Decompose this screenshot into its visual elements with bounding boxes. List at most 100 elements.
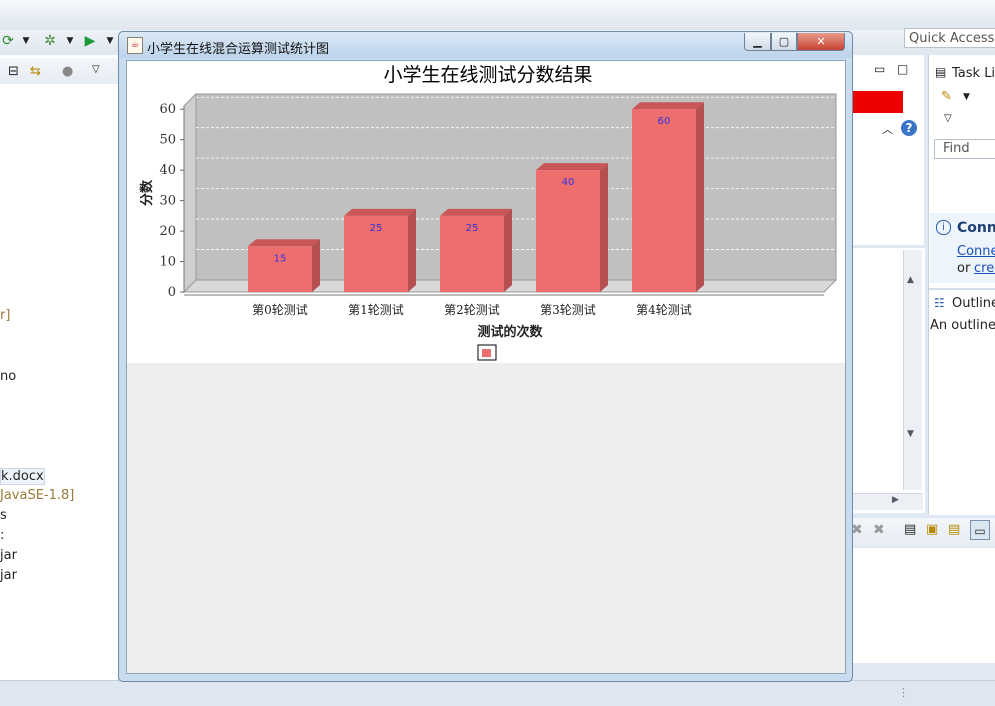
scroll-lock-icon[interactable]: ▣ [926, 522, 938, 537]
editor-area [848, 55, 924, 245]
bar-side-face [312, 239, 320, 292]
connect-link[interactable]: Conne [957, 244, 995, 259]
ide-top-bar [0, 0, 995, 31]
chevron-up-icon[interactable]: ︿ [882, 121, 893, 137]
chart-title: 小学生在线测试分数结果 [383, 64, 592, 86]
bar-side-face [696, 102, 704, 292]
outline-icon: ☷ [934, 296, 945, 310]
outline-tab[interactable]: Outline [952, 296, 995, 311]
y-tick-label: 10 [159, 255, 176, 270]
data-label: 15 [274, 253, 287, 264]
bar [632, 109, 696, 292]
data-label: 25 [466, 223, 479, 234]
y-tick-label: 0 [168, 285, 176, 300]
divider [929, 288, 995, 290]
window-title: 小学生在线混合运算测试统计图 [147, 42, 330, 57]
help-icon[interactable]: ? [901, 120, 917, 136]
y-tick-label: 40 [159, 163, 176, 178]
plot-side-wall [183, 92, 197, 294]
data-label: 40 [562, 177, 575, 188]
x-tick-label: 第1轮测试 [348, 302, 404, 317]
tree-item[interactable]: jar [0, 548, 17, 563]
bar-top-face [248, 239, 320, 247]
debug-icon[interactable]: ✲ [42, 33, 58, 49]
bar-top-face [632, 102, 704, 110]
x-tick-label: 第0轮测试 [252, 302, 308, 317]
tree-item[interactable]: no [0, 369, 16, 384]
progress-bar-red [850, 91, 903, 113]
collapse-all-icon[interactable]: ⊟ [8, 64, 19, 79]
dropdown-arrow-icon[interactable]: ▼ [963, 92, 970, 102]
tree-item[interactable]: r] [0, 308, 10, 323]
task-list-icon: ▤ [935, 65, 947, 79]
clear-console-icon[interactable]: ▤ [904, 522, 916, 537]
data-label: 25 [370, 223, 383, 234]
tree-item-selected[interactable]: k.docx [0, 468, 45, 485]
quick-access-input[interactable]: Quick Access [904, 28, 995, 48]
bar-side-face [408, 208, 416, 292]
info-icon: i [936, 220, 951, 235]
bar-chart: 0 10 20 30 40 50 60 15 第0轮测试 25 第1轮测试 25 第2轮测试 40 第3轮测… [139, 64, 838, 361]
maximize-button[interactable]: ▢ [771, 33, 797, 51]
dropdown-arrow-icon[interactable]: ▼ [102, 33, 118, 49]
connect-heading: Conne [957, 220, 995, 236]
view-menu-icon[interactable]: ▽ [92, 64, 100, 75]
task-list-panel [928, 55, 995, 515]
x-tick-label: 第4轮测试 [636, 302, 692, 317]
scroll-down-icon[interactable]: ▼ [907, 429, 914, 439]
y-tick-label: 20 [159, 224, 176, 239]
data-label: 60 [658, 116, 671, 127]
x-tick-label: 第2轮测试 [444, 302, 500, 317]
remove-all-icon[interactable]: ✖ [873, 522, 885, 538]
tree-item[interactable]: JavaSE-1.8] [0, 488, 74, 503]
window-content: 0 10 20 30 40 50 60 15 第0轮测试 25 第1轮测试 25 第2轮测试 40 第3轮测… [126, 60, 846, 674]
display-console-icon[interactable]: ▭ [970, 520, 990, 540]
x-tick-label: 第3轮测试 [540, 302, 596, 317]
y-axis-label: 分数 [139, 179, 155, 206]
horizontal-scrollbar[interactable] [848, 493, 923, 510]
console-output [848, 548, 995, 663]
tree-item[interactable]: jar [0, 568, 17, 583]
y-tick-label: 50 [159, 133, 176, 148]
filter-icon[interactable]: ● [62, 64, 73, 79]
run-icon[interactable]: ▶ [82, 33, 98, 49]
minimize-view-icon[interactable]: ▭ [874, 62, 885, 76]
vertical-scrollbar[interactable] [903, 250, 922, 490]
java-cup-icon: ☕ [127, 37, 143, 54]
view-menu-icon[interactable]: ▽ [944, 113, 952, 124]
package-explorer-panel [0, 55, 119, 685]
bar-side-face [504, 208, 512, 292]
scroll-right-icon[interactable]: ▶ [892, 495, 899, 505]
tree-item[interactable]: : [0, 528, 4, 543]
bar-top-face [536, 163, 608, 171]
legend-swatch [482, 349, 491, 357]
window-titlebar[interactable]: ☕ 小学生在线混合运算测试统计图 ▁ ▢ ✕ [119, 32, 852, 58]
bar-side-face [600, 163, 608, 292]
scroll-up-icon[interactable]: ▲ [907, 275, 914, 285]
minimize-button[interactable]: ▁ [744, 33, 771, 51]
bar-top-face [440, 208, 512, 216]
y-tick-label: 60 [159, 102, 176, 117]
link-editor-icon[interactable]: ⇆ [30, 64, 41, 79]
status-bar [0, 680, 995, 706]
refresh-icon[interactable]: ⟳ [0, 33, 16, 49]
chart-window: ☕ 小学生在线混合运算测试统计图 ▁ ▢ ✕ 0 10 20 30 40 50 60 15 第0… [118, 31, 853, 682]
task-list-tab[interactable]: Task Lis [952, 66, 995, 81]
bar [536, 170, 600, 292]
outline-message: An outline i [930, 318, 995, 333]
maximize-view-icon[interactable]: □ [897, 62, 908, 76]
new-task-icon[interactable]: ✎ [941, 89, 952, 104]
x-axis-label: 测试的次数 [477, 324, 543, 340]
find-input[interactable]: Find [934, 139, 995, 159]
y-tick-label: 30 [159, 194, 176, 209]
create-link[interactable]: crea [974, 261, 995, 276]
bar-top-face [344, 208, 416, 216]
dropdown-arrow-icon[interactable]: ▼ [62, 33, 78, 49]
or-text: or [957, 261, 971, 276]
close-button[interactable]: ✕ [797, 33, 845, 51]
tree-item[interactable]: s [0, 508, 7, 523]
dropdown-arrow-icon[interactable]: ▼ [18, 33, 34, 49]
word-wrap-icon[interactable]: ▤ [948, 522, 960, 537]
chart-panel: 0 10 20 30 40 50 60 15 第0轮测试 25 第1轮测试 25 第2轮测试 40 第3轮测… [127, 61, 845, 363]
status-grip-icon: ⋮ [898, 686, 909, 699]
